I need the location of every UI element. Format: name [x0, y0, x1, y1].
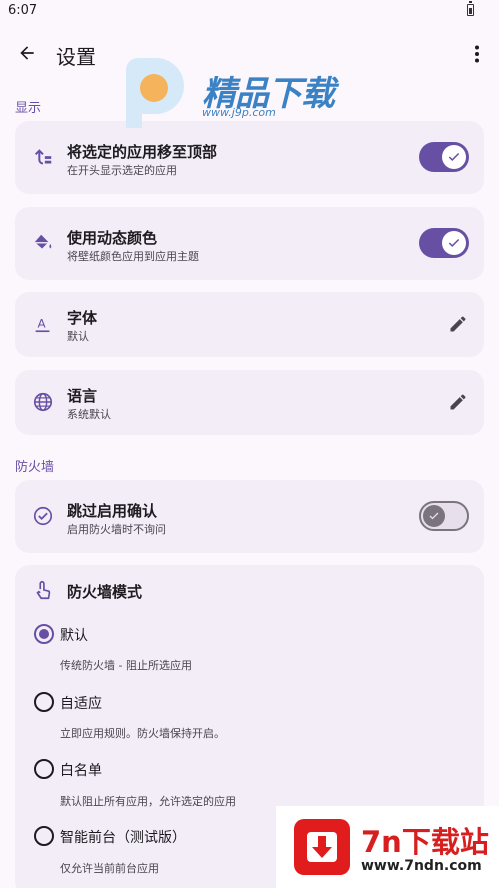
option-label: 智能前台（测试版） [60, 830, 186, 846]
battery-icon [467, 1, 474, 16]
more-options-button[interactable] [469, 42, 485, 66]
radio-button[interactable] [34, 624, 54, 644]
firewall-mode-option[interactable]: 白名单 [34, 757, 334, 781]
status-bar: 6:07 [0, 0, 499, 24]
move-top-switch[interactable] [419, 142, 469, 172]
setting-title: 语言 [67, 387, 98, 405]
more-vert-icon [475, 45, 479, 63]
setting-skip-confirm[interactable]: 跳过启用确认 启用防火墙时不询问 [15, 480, 484, 553]
option-label: 默认 [60, 628, 88, 644]
setting-language[interactable]: 语言 系统默认 [15, 370, 484, 435]
paint-bucket-icon [31, 231, 55, 255]
setting-dynamic-color[interactable]: 使用动态颜色 将壁纸颜色应用到应用主题 [15, 207, 484, 280]
firewall-mode-option[interactable]: 默认 [34, 622, 334, 646]
setting-move-top[interactable]: 将选定的应用移至顶部 在开头显示选定的应用 [15, 121, 484, 194]
section-header-display: 显示 [15, 101, 42, 116]
switch-thumb [442, 145, 466, 169]
swap-top-icon [31, 146, 55, 170]
touch-icon [31, 578, 55, 602]
radio-button[interactable] [34, 826, 54, 846]
watermark-logo-icon [126, 58, 184, 128]
radio-button[interactable] [34, 759, 54, 779]
switch-thumb [442, 231, 466, 255]
setting-title: 字体 [67, 309, 98, 327]
font-icon: A [31, 312, 55, 336]
watermark-bottom-url: www.7ndn.com [361, 858, 482, 874]
edit-font-button[interactable] [446, 312, 470, 336]
check-icon [448, 238, 460, 247]
dynamic-color-switch[interactable] [419, 228, 469, 258]
globe-icon [31, 390, 55, 414]
edit-pencil-icon [450, 316, 466, 332]
watermark-bottom: 7n下载站 www.7ndn.com [276, 806, 499, 888]
option-description: 仅允许当前前台应用 [60, 862, 159, 875]
back-button[interactable] [12, 38, 42, 68]
setting-title: 跳过启用确认 [67, 502, 158, 520]
edit-pencil-icon [450, 394, 466, 410]
check-icon [429, 512, 439, 520]
setting-subtitle: 将壁纸颜色应用到应用主题 [67, 250, 199, 263]
check-icon [448, 152, 460, 161]
option-label: 白名单 [60, 763, 102, 779]
option-description: 传统防火墙 - 阻止所选应用 [60, 659, 192, 672]
setting-font[interactable]: A 字体 默认 [15, 292, 484, 357]
watermark-bottom-title: 7n下载站 [361, 825, 489, 859]
download-icon [294, 819, 350, 875]
setting-title: 使用动态颜色 [67, 229, 158, 247]
setting-subtitle: 在开头显示选定的应用 [67, 164, 177, 177]
firewall-mode-title: 防火墙模式 [67, 583, 143, 601]
firewall-mode-option[interactable]: 自适应 [34, 690, 334, 714]
setting-subtitle: 启用防火墙时不询问 [67, 523, 166, 536]
skip-confirm-switch[interactable] [419, 501, 469, 531]
switch-thumb [423, 505, 445, 527]
svg-text:A: A [38, 317, 47, 331]
option-label: 自适应 [60, 696, 102, 712]
setting-subtitle: 系统默认 [67, 408, 111, 421]
setting-subtitle: 默认 [67, 330, 89, 343]
setting-title: 将选定的应用移至顶部 [67, 143, 218, 161]
option-description: 默认阻止所有应用，允许选定的应用 [60, 795, 236, 808]
check-circle-icon [31, 504, 55, 528]
option-description: 立即应用规则。防火墙保持开启。 [60, 727, 225, 740]
watermark-top: 精品下载 www.j9p.com [118, 58, 358, 128]
status-time: 6:07 [8, 3, 38, 18]
radio-button[interactable] [34, 692, 54, 712]
back-arrow-icon [20, 46, 34, 60]
section-header-firewall: 防火墙 [15, 460, 55, 475]
page-title: 设置 [56, 45, 96, 69]
edit-language-button[interactable] [446, 390, 470, 414]
watermark-top-url: www.j9p.com [202, 106, 276, 119]
